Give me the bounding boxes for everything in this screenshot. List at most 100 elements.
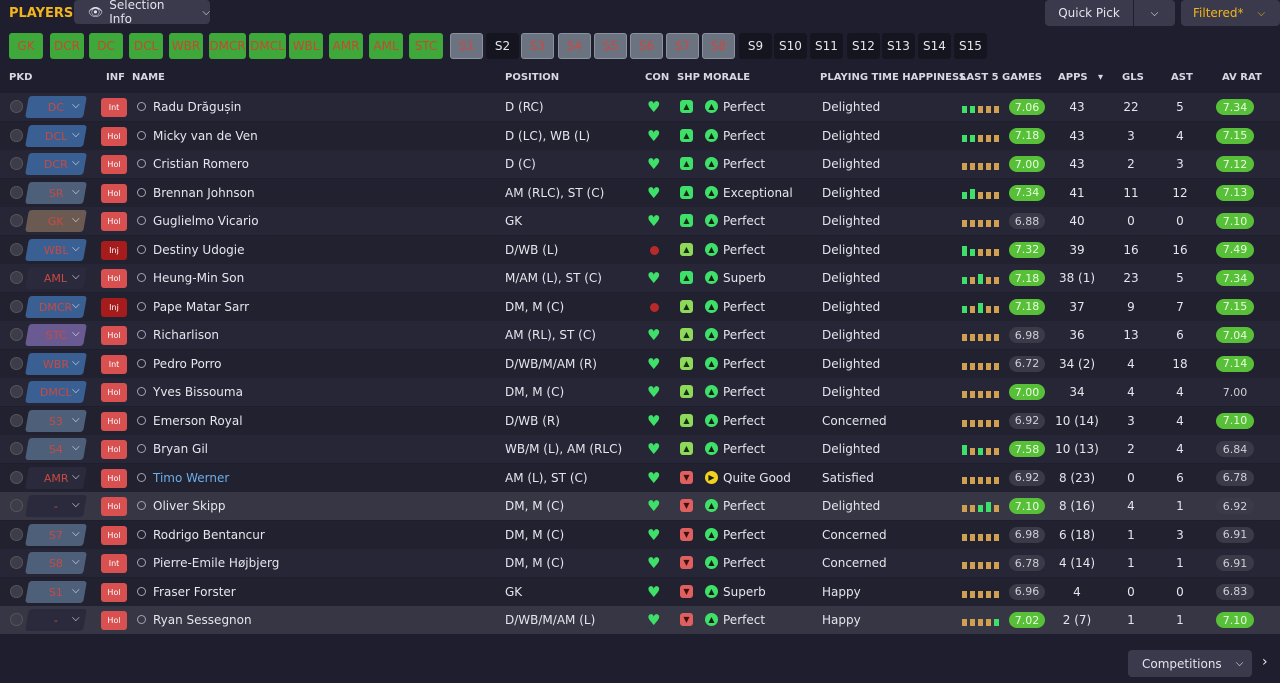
table-row[interactable]: STC ⌵ Hol Richarlison AM (RL), ST (C) ♥ ▲ ▲ Perf… xyxy=(0,321,1280,349)
table-row[interactable]: S3 ⌵ Hol Emerson Royal D/WB (R) ♥ ▲ ▲ Perfect Con… xyxy=(0,406,1280,435)
slot-s11[interactable]: S11 xyxy=(810,33,843,59)
player-name[interactable]: Ryan Sessegnon xyxy=(153,606,252,634)
filtered-button[interactable]: Filtered* ⌵ xyxy=(1181,0,1280,26)
slot-dcl[interactable]: DCL xyxy=(129,33,163,59)
player-name[interactable]: Radu Drăgușin xyxy=(153,93,241,121)
chevron-down-icon[interactable]: ⌵ xyxy=(72,585,80,596)
slot-wbr[interactable]: WBR xyxy=(169,33,203,59)
player-name[interactable]: Yves Bissouma xyxy=(153,378,243,406)
col-gls[interactable]: GLS xyxy=(1122,72,1144,83)
table-row[interactable]: DC ⌵ Int Radu Drăgușin D (RC) ♥ ▲ ▲ Perfect Delig… xyxy=(0,93,1280,121)
player-name[interactable]: Destiny Udogie xyxy=(153,236,245,264)
pick-checkbox[interactable] xyxy=(10,128,23,142)
player-name[interactable]: Emerson Royal xyxy=(153,407,243,435)
col-apps[interactable]: APPS xyxy=(1058,72,1088,83)
slot-s14[interactable]: S14 xyxy=(918,33,951,59)
slot-s10[interactable]: S10 xyxy=(774,33,807,59)
chevron-down-icon[interactable]: ⌵ xyxy=(72,100,80,111)
pick-checkbox[interactable] xyxy=(10,556,23,569)
slot-s9[interactable]: S9 xyxy=(739,33,772,59)
competitions-button[interactable]: Competitions ⌵ xyxy=(1128,650,1252,677)
pick-checkbox[interactable] xyxy=(10,470,23,484)
chevron-down-icon[interactable]: ⌵ xyxy=(72,271,80,282)
col-shp[interactable]: SHP xyxy=(677,72,700,83)
player-name[interactable]: Oliver Skipp xyxy=(153,492,225,520)
pick-checkbox[interactable] xyxy=(10,527,23,541)
table-row[interactable]: SR ⌵ Hol Brennan Johnson AM (RLC), ST (C) ♥ ▲ ▲… xyxy=(0,178,1280,207)
col-last-5-games[interactable]: LAST 5 GAMES xyxy=(960,72,1042,83)
quick-pick-dropdown-button[interactable]: ⌵ xyxy=(1134,0,1175,26)
col-morale[interactable]: MORALE xyxy=(703,72,750,83)
slot-aml[interactable]: AML xyxy=(369,33,403,59)
player-name[interactable]: Pierre-Emile Højbjerg xyxy=(153,549,279,577)
chevron-down-icon[interactable]: ⌵ xyxy=(72,471,80,482)
chevron-down-icon[interactable]: ⌵ xyxy=(72,157,80,168)
slot-s4[interactable]: S4 xyxy=(558,33,591,59)
table-row[interactable]: DMCL ⌵ Hol Yves Bissouma DM, M (C) ♥ ▲ ▲ Perfect… xyxy=(0,378,1280,406)
col-playing-time-happiness[interactable]: PLAYING TIME HAPPINESS xyxy=(820,72,966,83)
player-name[interactable]: Pape Matar Sarr xyxy=(153,293,249,321)
player-name[interactable]: Richarlison xyxy=(153,321,219,349)
pick-checkbox[interactable] xyxy=(10,271,23,284)
player-name[interactable]: Cristian Romero xyxy=(153,150,249,178)
player-name[interactable]: Brennan Johnson xyxy=(153,179,255,207)
player-name[interactable]: Timo Werner xyxy=(153,464,229,492)
pick-checkbox[interactable] xyxy=(10,385,23,398)
player-name[interactable]: Rodrigo Bentancur xyxy=(153,521,265,549)
quick-pick-button[interactable]: Quick Pick xyxy=(1045,0,1133,26)
slot-s7[interactable]: S7 xyxy=(666,33,699,59)
pick-checkbox[interactable] xyxy=(10,214,23,227)
table-row[interactable]: - ⌵ Hol Oliver Skipp DM, M (C) ♥ ▼ ▲ Perfect Deli… xyxy=(0,492,1280,520)
slot-s5[interactable]: S5 xyxy=(594,33,627,59)
player-name[interactable]: Fraser Forster xyxy=(153,578,236,606)
col-inf[interactable]: INF xyxy=(106,72,125,83)
chevron-down-icon[interactable]: ⌵ xyxy=(72,300,80,311)
slot-s15[interactable]: S15 xyxy=(954,33,987,59)
table-row[interactable]: WBR ⌵ Int Pedro Porro D/WB/M/AM (R) ♥ ▲ ▲ Perfec… xyxy=(0,349,1280,378)
pick-checkbox[interactable] xyxy=(10,242,23,256)
col-position[interactable]: POSITION xyxy=(505,72,559,83)
pick-checkbox[interactable] xyxy=(10,157,23,170)
chevron-down-icon[interactable]: ⌵ xyxy=(72,556,80,567)
chevron-down-icon[interactable]: ⌵ xyxy=(72,385,80,396)
chevron-down-icon[interactable]: ⌵ xyxy=(72,414,80,425)
player-name[interactable]: Heung-Min Son xyxy=(153,264,244,292)
col-pkd[interactable]: PKD xyxy=(9,72,32,83)
table-row[interactable]: DCL ⌵ Hol Micky van de Ven D (LC), WB (L) ♥ ▲ ▲… xyxy=(0,121,1280,150)
table-row[interactable]: DMCR ⌵ Inj Pape Matar Sarr DM, M (C) ▲ ▲ Perfec… xyxy=(0,292,1280,321)
chevron-down-icon[interactable]: ⌵ xyxy=(72,613,80,624)
chevron-right-icon[interactable]: › xyxy=(1262,654,1268,670)
player-name[interactable]: Guglielmo Vicario xyxy=(153,207,259,235)
slot-s2[interactable]: S2 xyxy=(486,33,519,59)
slot-dmcr[interactable]: DMCR xyxy=(209,33,246,59)
pick-checkbox[interactable] xyxy=(10,328,23,341)
table-row[interactable]: WBL ⌵ Inj Destiny Udogie D/WB (L) ▲ ▲ Perfect De… xyxy=(0,235,1280,264)
slot-dcr[interactable]: DCR xyxy=(50,33,84,59)
table-row[interactable]: - ⌵ Hol Ryan Sessegnon D/WB/M/AM (L) ♥ ▼ ▲ Perfe… xyxy=(0,606,1280,634)
table-row[interactable]: S7 ⌵ Hol Rodrigo Bentancur DM, M (C) ♥ ▼ ▲ Perfe… xyxy=(0,520,1280,549)
chevron-down-icon[interactable]: ⌵ xyxy=(72,214,80,225)
table-row[interactable]: AML ⌵ Hol Heung-Min Son M/AM (L), ST (C) ♥ ▲ ▲ S… xyxy=(0,264,1280,292)
chevron-down-icon[interactable]: ⌵ xyxy=(72,357,80,368)
pick-checkbox[interactable] xyxy=(10,584,23,598)
slot-s6[interactable]: S6 xyxy=(630,33,663,59)
pick-checkbox[interactable] xyxy=(10,100,23,113)
pick-checkbox[interactable] xyxy=(10,442,23,455)
slot-dmcl[interactable]: DMCL xyxy=(249,33,286,59)
chevron-down-icon[interactable]: ⌵ xyxy=(72,499,80,510)
player-name[interactable]: Bryan Gil xyxy=(153,435,208,463)
table-row[interactable]: S4 ⌵ Hol Bryan Gil WB/M (L), AM (RLC) ♥ ▲ ▲ Perf… xyxy=(0,435,1280,463)
pick-checkbox[interactable] xyxy=(10,299,23,313)
chevron-down-icon[interactable]: ⌵ xyxy=(72,129,80,140)
pick-checkbox[interactable] xyxy=(10,499,23,512)
col-av-rat[interactable]: AV RAT xyxy=(1222,72,1262,83)
slot-s3[interactable]: S3 xyxy=(521,33,554,59)
pick-checkbox[interactable] xyxy=(10,413,23,427)
table-row[interactable]: GK ⌵ Hol Guglielmo Vicario GK ♥ ▲ ▲ Perfect Delig… xyxy=(0,207,1280,235)
col-ast[interactable]: AST xyxy=(1171,72,1193,83)
table-row[interactable]: S8 ⌵ Int Pierre-Emile Højbjerg DM, M (C) ♥ ▼ ▲ P… xyxy=(0,549,1280,577)
slot-amr[interactable]: AMR xyxy=(329,33,363,59)
selection-info-button[interactable]: 👁 Selection Info ⌵ xyxy=(74,0,210,26)
pick-checkbox[interactable] xyxy=(10,613,23,626)
col-name[interactable]: NAME xyxy=(132,72,165,83)
